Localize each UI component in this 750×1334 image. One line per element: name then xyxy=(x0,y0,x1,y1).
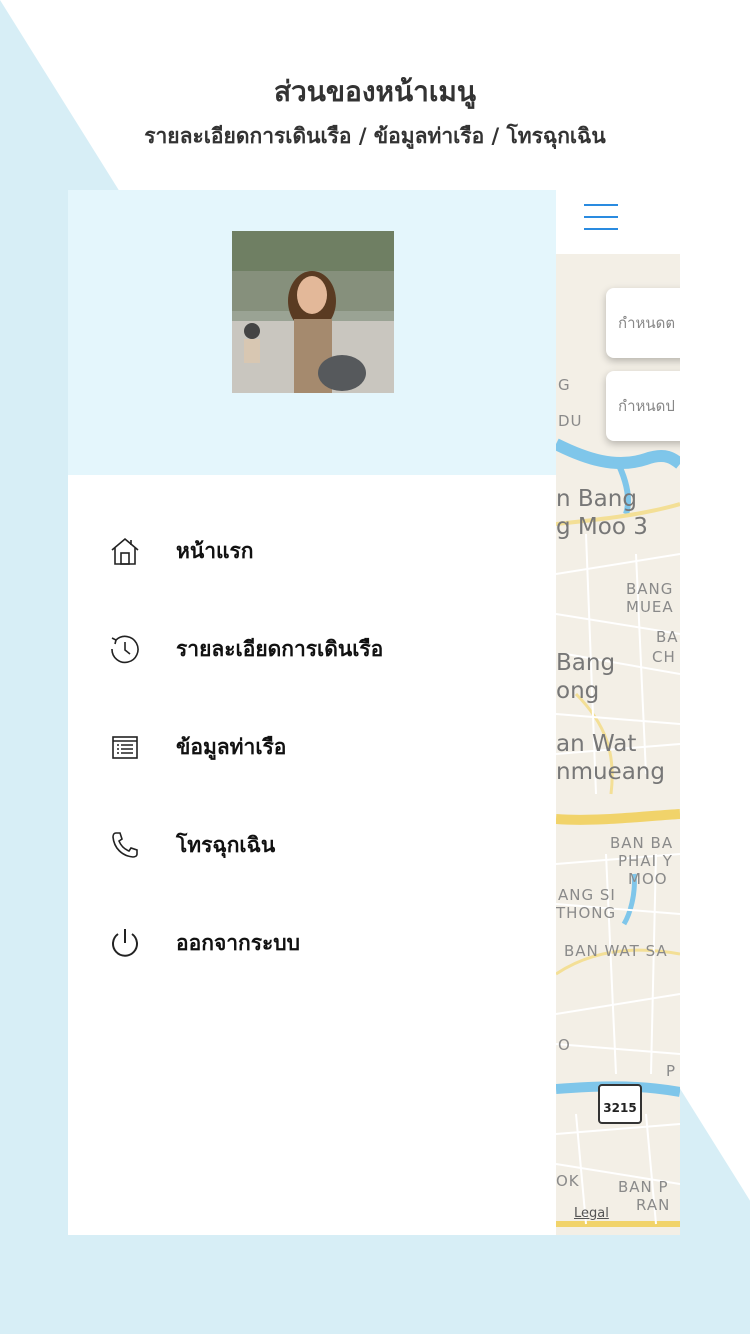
map-label: BAN WAT SA xyxy=(564,942,668,960)
map-label: O xyxy=(558,1036,571,1054)
map-label: P xyxy=(666,1062,677,1080)
map-label: MOO xyxy=(628,870,668,888)
home-icon xyxy=(108,534,142,568)
map-label: ANG SI xyxy=(558,886,616,904)
menu-label-voyage-details: รายละเอียดการเดินเรือ xyxy=(176,636,384,661)
route-start-field[interactable]: กำหนดต xyxy=(606,288,680,358)
menu-item-emergency-call[interactable]: โทรฉุกเฉิน xyxy=(68,796,556,894)
map-label: ong xyxy=(556,678,600,704)
map-label: BANG xyxy=(626,580,674,598)
map-label: DU xyxy=(558,412,583,430)
map-label: BAN P xyxy=(618,1178,669,1196)
menu-item-home[interactable]: หน้าแรก xyxy=(68,502,556,600)
menu-item-pier-info[interactable]: ข้อมูลท่าเรือ xyxy=(68,698,556,796)
map-label: PHAI Y xyxy=(618,852,673,870)
map-label: BA xyxy=(656,628,679,646)
route-end-field[interactable]: กำหนดป xyxy=(606,371,680,441)
map-label: OK xyxy=(556,1172,580,1190)
map-label: THONG xyxy=(556,904,617,922)
map-label: CH xyxy=(652,648,676,666)
map-label: Bang xyxy=(556,650,616,676)
map-header xyxy=(556,190,680,255)
map-label: MUEA xyxy=(626,598,674,616)
page-title: ส่วนของหน้าเมนู xyxy=(273,75,477,108)
map-label: RAN xyxy=(636,1196,671,1214)
list-icon xyxy=(108,730,142,764)
menu-label-emergency-call: โทรฉุกเฉิน xyxy=(176,832,276,857)
map-label: n Bang xyxy=(556,486,637,512)
phone-icon xyxy=(108,828,142,862)
menu-label-logout: ออกจากระบบ xyxy=(176,930,300,955)
map-label: BAN BA xyxy=(610,834,674,852)
menu-label-home: หน้าแรก xyxy=(176,538,254,563)
map-label: g Moo 3 xyxy=(556,514,648,540)
map-label: G xyxy=(558,376,571,394)
avatar[interactable] xyxy=(232,231,394,393)
phone-screen: กำหนดต กำหนดป G DU n Bang g Moo 3 BANG M… xyxy=(68,190,680,1235)
menu-label-pier-info: ข้อมูลท่าเรือ xyxy=(176,734,287,759)
menu-item-logout[interactable]: ออกจากระบบ xyxy=(68,894,556,992)
page-subtitle: รายละเอียดการเดินเรือ / ข้อมูลท่าเรือ / … xyxy=(144,124,606,148)
menu-item-voyage-details[interactable]: รายละเอียดการเดินเรือ xyxy=(68,600,556,698)
power-icon xyxy=(108,926,142,960)
legal-link[interactable]: Legal xyxy=(574,1206,609,1221)
drawer-menu: หน้าแรก รายละเอียดการเดินเรือ ข้อมูลท่าเ… xyxy=(68,502,556,992)
route-number-badge: 3215 xyxy=(598,1084,642,1124)
map-label: an Wat xyxy=(556,731,637,757)
map-label: nmueang xyxy=(556,759,665,785)
history-clock-icon xyxy=(108,632,142,666)
map-view[interactable]: กำหนดต กำหนดป G DU n Bang g Moo 3 BANG M… xyxy=(556,254,680,1235)
drawer-header xyxy=(68,190,556,475)
hamburger-menu-icon[interactable] xyxy=(584,204,618,232)
navigation-drawer: หน้าแรก รายละเอียดการเดินเรือ ข้อมูลท่าเ… xyxy=(68,190,556,1235)
map-panel: กำหนดต กำหนดป G DU n Bang g Moo 3 BANG M… xyxy=(556,190,680,1235)
